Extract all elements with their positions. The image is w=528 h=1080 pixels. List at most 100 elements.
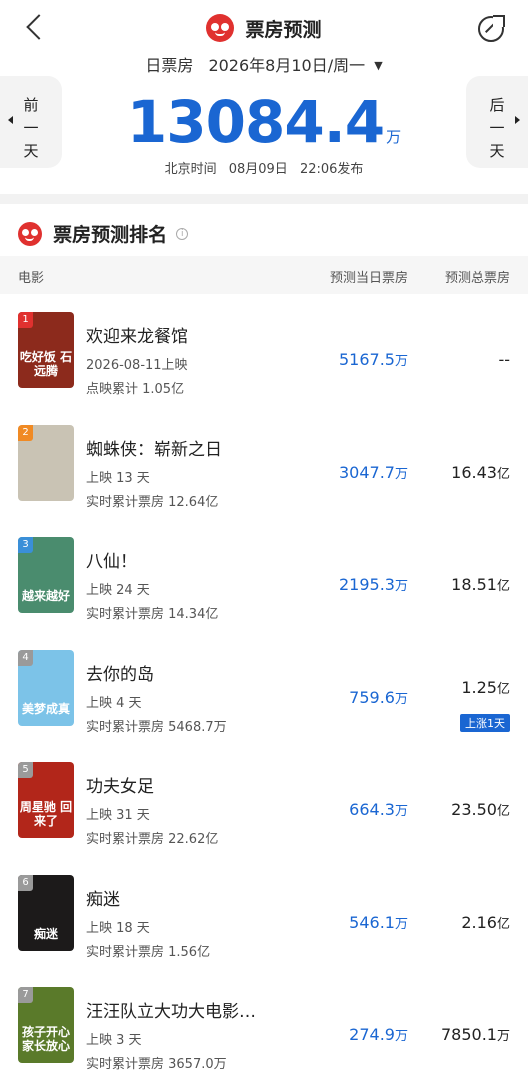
- movie-release-info: 上映 18 天: [86, 920, 150, 936]
- share-icon[interactable]: [478, 15, 505, 42]
- total-value: 23.50: [451, 800, 497, 819]
- movie-row[interactable]: 6 痴迷 痴迷 上映 18 天实时累计票房 1.56亿 546.1万 2.16亿: [0, 857, 528, 969]
- poster-text: 痴迷: [33, 926, 58, 941]
- col-today: 预测当日票房: [329, 271, 408, 286]
- page-title: 票房预测: [245, 18, 322, 41]
- movie-poster: 1 吃好饭 石远腾: [18, 312, 74, 388]
- today-forecast: 2195.3万: [339, 575, 408, 594]
- today-value: 546.1: [349, 912, 395, 932]
- total-unit: 亿: [496, 681, 510, 697]
- rank-badge: 5: [18, 762, 33, 778]
- total-unit: 亿: [496, 916, 510, 932]
- info-icon[interactable]: i: [176, 227, 189, 240]
- movie-cumulative: 点映累计 1.05亿: [86, 382, 185, 397]
- movie-release-info: 上映 13 天: [86, 470, 150, 486]
- total-value: 1.25: [461, 677, 497, 697]
- movie-cumulative: 实时累计票房 5468.7万: [86, 719, 227, 735]
- trend-badge: 上涨1天: [460, 713, 510, 732]
- rank-badge: 7: [18, 987, 33, 1003]
- movie-title: 功夫女足: [86, 777, 154, 797]
- rank-badge: 6: [18, 874, 33, 891]
- publish-time: 北京时间 08月09日 22:06发布: [0, 158, 528, 177]
- app-title-area: 票房预测: [0, 14, 528, 44]
- movie-poster: 2: [18, 424, 74, 501]
- movie-cumulative: 实时累计票房 3657.0万: [86, 1057, 227, 1072]
- movie-release-info: 2026-08-11上映: [86, 358, 188, 373]
- section-divider: [0, 194, 528, 204]
- poster-text: 美梦成真: [21, 701, 70, 716]
- today-forecast: 274.9万: [349, 1025, 408, 1044]
- table-header: 电影 预测当日票房 预测总票房: [0, 256, 528, 294]
- total-value: 13084.4: [126, 88, 385, 156]
- total-value: 18.51: [451, 575, 497, 594]
- movie-row[interactable]: 4 美梦成真 去你的岛上映 4 天实时累计票房 5468.7万 759.6万 1.25亿…: [0, 632, 528, 744]
- rank-badge: 3: [18, 537, 33, 553]
- movie-poster: 6 痴迷: [18, 874, 74, 951]
- movie-poster: 5 周星驰 回来了: [18, 762, 74, 838]
- movie-poster: 4 美梦成真: [18, 649, 74, 726]
- total-forecast: 16.43亿: [451, 463, 510, 482]
- movie-row[interactable]: 1 吃好饭 石远腾 欢迎来龙餐馆 2026-08-11上映 点映累计 1.05亿 5167…: [0, 294, 528, 406]
- today-unit: 万: [394, 354, 408, 369]
- dropdown-caret-icon: ▼: [374, 59, 383, 72]
- total-unit: 亿: [496, 579, 510, 594]
- movie-cumulative: 实时累计票房 1.56亿: [86, 944, 211, 960]
- total-forecast: 23.50亿: [451, 800, 510, 819]
- total-value: 16.43: [451, 462, 497, 482]
- time-clock: 22:06发布: [299, 162, 364, 177]
- rank-badge: 1: [18, 312, 33, 328]
- today-forecast: 3047.7万: [339, 463, 408, 482]
- total-forecast: 1.25亿: [461, 678, 510, 697]
- total-forecast: 7850.1万: [441, 1025, 510, 1044]
- today-unit: 万: [394, 1029, 408, 1044]
- movie-release-info: 上映 4 天: [86, 695, 142, 711]
- maoyan-logo-icon: [206, 14, 235, 42]
- today-unit: 万: [394, 579, 408, 594]
- movie-row[interactable]: 7 孩子开心 家长放心 汪汪队立大功大电影… 上映 3 天实时累计票房 3657.0万…: [0, 969, 528, 1080]
- rank-badge: 4: [18, 649, 33, 666]
- poster-text: 吃好饭 石远腾: [19, 350, 73, 378]
- movie-title: 欢迎来龙餐馆: [86, 327, 188, 347]
- movie-row[interactable]: 2 蜘蛛侠：崭新之日上映 13 天实时累计票房 12.64亿 3047.7万 16.4…: [0, 407, 528, 519]
- movie-title: 蜘蛛侠：崭新之日: [86, 439, 222, 460]
- movie-cumulative: 实时累计票房 12.64亿: [86, 494, 219, 510]
- movie-poster: 7 孩子开心 家长放心: [18, 987, 74, 1063]
- total-unit: 亿: [496, 804, 510, 819]
- today-unit: 万: [394, 804, 408, 819]
- poster-text: 越来越好: [21, 589, 70, 603]
- today-unit: 万: [394, 691, 408, 707]
- movie-row[interactable]: 3 越来越好 八仙！ 上映 24 天实时累计票房 14.34亿 2195.3万 18.51…: [0, 519, 528, 631]
- movie-title: 去你的岛: [86, 664, 154, 685]
- today-forecast: 664.3万: [349, 800, 408, 819]
- rank-badge: 2: [18, 424, 33, 441]
- maoyan-logo-icon: [18, 221, 42, 246]
- section-title: 票房预测排名: [53, 224, 168, 246]
- poster-text: 孩子开心 家长放心: [21, 1025, 70, 1053]
- date-value: 2026年8月10日/周一: [208, 56, 366, 75]
- total-value: --: [498, 350, 510, 369]
- total-value: 2.16: [461, 912, 497, 932]
- today-forecast: 759.6万: [349, 688, 408, 707]
- col-movie: 电影: [18, 271, 45, 286]
- total-unit: 万: [386, 128, 402, 146]
- movie-poster: 3 越来越好: [18, 537, 74, 613]
- total-value: 7850.1: [441, 1025, 497, 1044]
- movie-release-info: 上映 31 天: [86, 808, 150, 823]
- movie-row[interactable]: 5 周星驰 回来了 功夫女足 上映 31 天实时累计票房 22.62亿 664.3万 23…: [0, 744, 528, 856]
- total-forecast: --: [498, 350, 510, 369]
- today-value: 664.3: [349, 800, 395, 819]
- today-unit: 万: [394, 466, 408, 482]
- date-selector[interactable]: 日票房 2026年8月10日/周一 ▼: [0, 52, 528, 76]
- today-value: 3047.7: [339, 462, 395, 482]
- date-prefix: 日票房: [145, 56, 194, 75]
- today-value: 5167.5: [339, 350, 395, 369]
- movie-title: 痴迷: [86, 889, 120, 910]
- movie-cumulative: 实时累计票房 14.34亿: [86, 607, 219, 622]
- col-total: 预测总票房: [444, 271, 510, 286]
- today-unit: 万: [394, 916, 408, 932]
- total-unit: 万: [496, 1029, 510, 1044]
- today-forecast: 5167.5万: [339, 350, 408, 369]
- today-value: 274.9: [349, 1025, 395, 1044]
- ranking-section-title: 票房预测排名 i: [18, 220, 189, 246]
- movie-release-info: 上映 24 天: [86, 583, 150, 598]
